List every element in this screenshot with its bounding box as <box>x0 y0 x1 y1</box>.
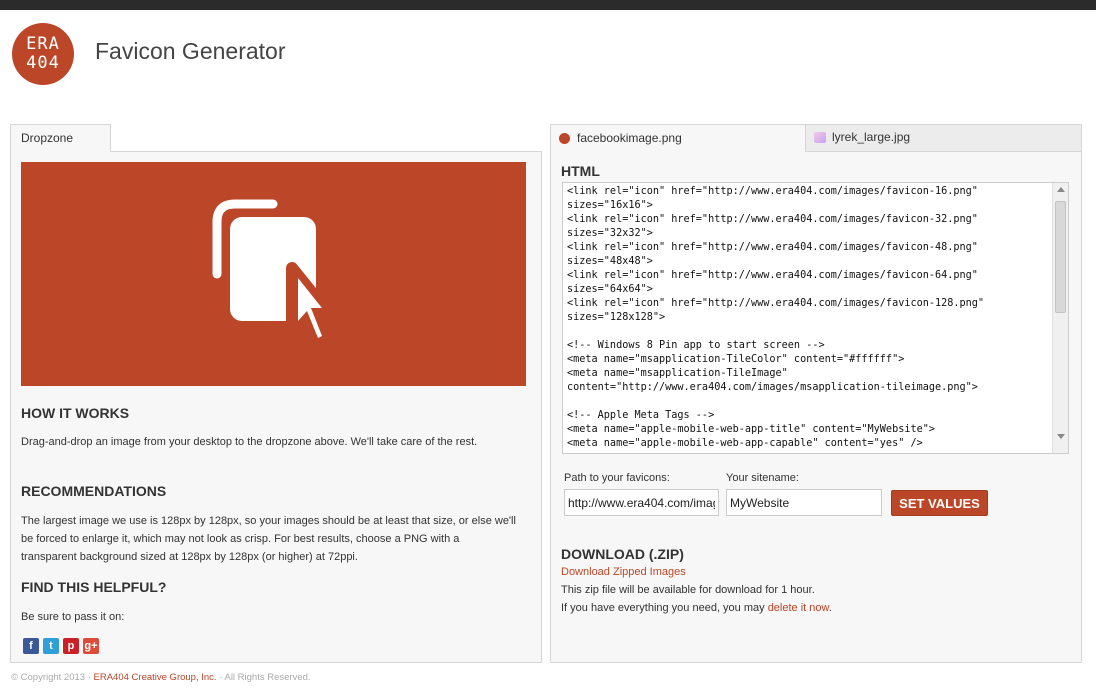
code-scrollbar[interactable] <box>1052 183 1068 453</box>
code-line: <link rel="icon" href="http://www.era404… <box>567 270 978 281</box>
code-line: sizes="64x64"> <box>567 284 653 295</box>
code-line: <!-- Windows 8 Pin app to start screen -… <box>567 340 825 351</box>
delete-now-link[interactable]: delete it now <box>768 602 829 614</box>
delete-prefix: If you have everything you need, you may <box>561 602 768 614</box>
recommendations-line-3: transparent background sized at 128px by… <box>21 551 358 563</box>
code-line: <link rel="icon" href="http://www.era404… <box>567 298 985 309</box>
recommendations-heading: RECOMMENDATIONS <box>21 483 167 499</box>
find-helpful-heading: FIND THIS HELPFUL? <box>21 579 167 595</box>
code-line: sizes="32x32"> <box>567 228 653 239</box>
code-line: <link rel="icon" href="http://www.era404… <box>567 186 978 197</box>
scroll-up-arrow-icon[interactable] <box>1057 187 1065 192</box>
footer-copyright: © Copyright 2013 · <box>11 672 94 683</box>
share-prompt: Be sure to pass it on: <box>21 611 125 623</box>
tab-image-2-label: lyrek_large.jpg <box>832 130 911 144</box>
delete-suffix: . <box>828 602 832 614</box>
code-line: <!-- Apple Meta Tags --> <box>567 410 715 421</box>
code-line: sizes="16x16"> <box>567 200 653 211</box>
tab-dropzone[interactable]: Dropzone <box>10 124 111 152</box>
drag-drop-file-icon <box>212 199 332 351</box>
code-line: <meta name="msapplication-TileColor" con… <box>567 354 905 365</box>
tab-image-1-label: facebookimage.png <box>577 131 682 145</box>
logo-text-line1: ERA <box>26 34 60 54</box>
download-heading: DOWNLOAD (.ZIP) <box>561 546 684 562</box>
tab-image-1[interactable]: facebookimage.png <box>550 124 806 152</box>
set-values-button[interactable]: SET VALUES <box>891 490 988 516</box>
facebook-share-icon[interactable]: f <box>23 638 39 654</box>
code-line: <link rel="icon" href="http://www.era404… <box>567 242 978 253</box>
path-label: Path to your favicons: <box>564 472 670 484</box>
code-line: <link rel="icon" href="http://www.era404… <box>567 214 978 225</box>
path-input[interactable] <box>564 489 719 516</box>
image-thumb-icon <box>814 132 826 143</box>
logo-text-line2: 404 <box>26 53 60 73</box>
code-line: content="http://www.era404.com/images/ms… <box>567 382 978 393</box>
html-code-textarea[interactable]: <link rel="icon" href="http://www.era404… <box>562 182 1069 454</box>
html-heading: HTML <box>561 163 600 179</box>
html-code-content: <link rel="icon" href="http://www.era404… <box>567 185 1051 451</box>
tab-image-2[interactable]: lyrek_large.jpg <box>806 124 1082 152</box>
code-line: <meta name="apple-mobile-web-app-title" … <box>567 424 936 435</box>
how-it-works-text: Drag-and-drop an image from your desktop… <box>21 436 478 448</box>
code-line: <meta name="msapplication-TileImage" <box>567 368 788 379</box>
delete-note: If you have everything you need, you may… <box>561 599 832 617</box>
sitename-label: Your sitename: <box>726 472 799 484</box>
twitter-share-icon[interactable]: t <box>43 638 59 654</box>
scroll-down-arrow-icon[interactable] <box>1057 434 1065 439</box>
code-line: sizes="128x128"> <box>567 312 666 323</box>
recommendations-line-2: be forced to enlarge it, which may not l… <box>21 533 460 545</box>
era404-logo[interactable]: ERA 404 <box>12 23 74 85</box>
recommendations-line-1: The largest image we use is 128px by 128… <box>21 515 516 527</box>
dropzone[interactable] <box>21 162 526 386</box>
google-plus-share-icon[interactable]: g+ <box>83 638 99 654</box>
top-bar <box>0 0 1096 10</box>
scroll-thumb[interactable] <box>1055 201 1066 313</box>
footer: © Copyright 2013 · ERA404 Creative Group… <box>11 672 311 683</box>
code-line: <meta name="apple-mobile-web-app-capable… <box>567 438 923 449</box>
download-note: This zip file will be available for down… <box>561 584 815 596</box>
sitename-input[interactable] <box>726 489 882 516</box>
footer-rights: · All Rights Reserved. <box>216 672 311 683</box>
code-line: sizes="48x48"> <box>567 256 653 267</box>
page-title: Favicon Generator <box>95 38 286 64</box>
how-it-works-heading: HOW IT WORKS <box>21 405 130 421</box>
pinterest-share-icon[interactable]: p <box>63 638 79 654</box>
footer-company-link[interactable]: ERA404 Creative Group, Inc. <box>94 672 217 683</box>
download-zip-link[interactable]: Download Zipped Images <box>561 566 686 578</box>
favicon-thumb-icon <box>559 133 570 144</box>
